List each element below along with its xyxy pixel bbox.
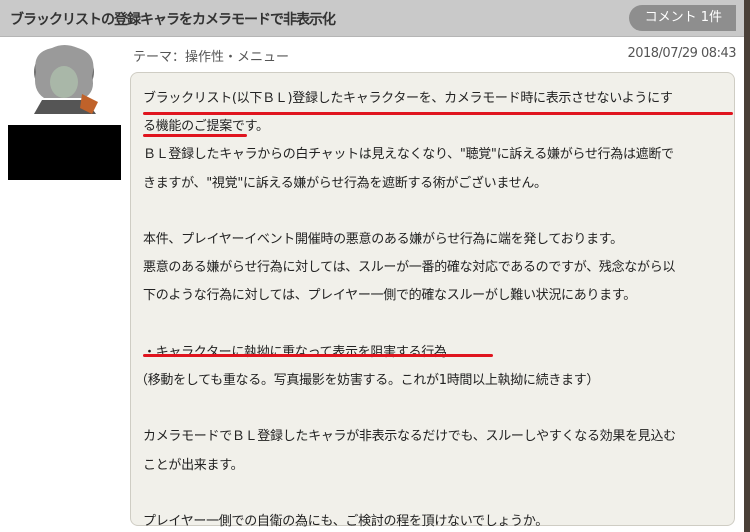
highlight-underline xyxy=(143,354,493,357)
comment-count-button[interactable]: コメント 1件 xyxy=(628,5,736,31)
post-header: ブラックリストの登録キャラをカメラモードで非表示化 コメント 1件 xyxy=(0,0,744,37)
redacted-username xyxy=(8,125,121,180)
post-text-line: る機能のご提案です。 xyxy=(143,119,269,135)
post-text-line: ブラックリスト(以下ＢＬ)登録したキャラクターを、カメラモード時に表示させないよ… xyxy=(143,91,673,106)
post-date: 2018/07/29 08:43 xyxy=(627,46,736,61)
post-text-line: ことが出来ます。 xyxy=(143,457,244,473)
post-text-line: 下のような行為に対しては、プレイヤー一側で的確なスルーがし難い状況にあります。 xyxy=(143,288,636,304)
post-text-line: ＢＬ登録したキャラからの白チャットは見えなくなり、"聴覚"に訴える嫌がらせ行為は… xyxy=(143,147,674,163)
highlight-underline xyxy=(143,134,247,137)
avatar-icon xyxy=(34,45,98,114)
window-edge xyxy=(744,0,750,532)
post-text-line: きますが、"視覚"に訴える嫌がらせ行為を遮断する術がございません。 xyxy=(143,175,547,191)
post-text-line: 本件、プレイヤーイベント開催時の悪意のある嫌がらせ行為に端を発しております。 xyxy=(143,232,623,247)
post-text-line: カメラモードでＢＬ登録したキャラが非表示なるだけでも、スルーしやすくなる効果を見… xyxy=(143,429,676,445)
post-text-line: （移動をしても重なる。写真撮影を妨害する。これが1時間以上執拗に続きます） xyxy=(135,373,600,388)
highlight-underline xyxy=(143,112,733,115)
post-body: ブラックリスト(以下ＢＬ)登録したキャラクターを、カメラモード時に表示させないよ… xyxy=(130,72,735,529)
post-text-line: 悪意のある嫌がらせ行為に対しては、スルーが一番的確な対応であるのですが、残念なが… xyxy=(143,260,676,276)
post-title: ブラックリストの登録キャラをカメラモードで非表示化 xyxy=(10,12,336,28)
post-text-line: プレイヤー一側での自衛の為にも、ご検討の程を頂けないでしょうか。 xyxy=(143,514,548,529)
post-theme: テーマ：操作性・メニュー xyxy=(133,50,290,65)
